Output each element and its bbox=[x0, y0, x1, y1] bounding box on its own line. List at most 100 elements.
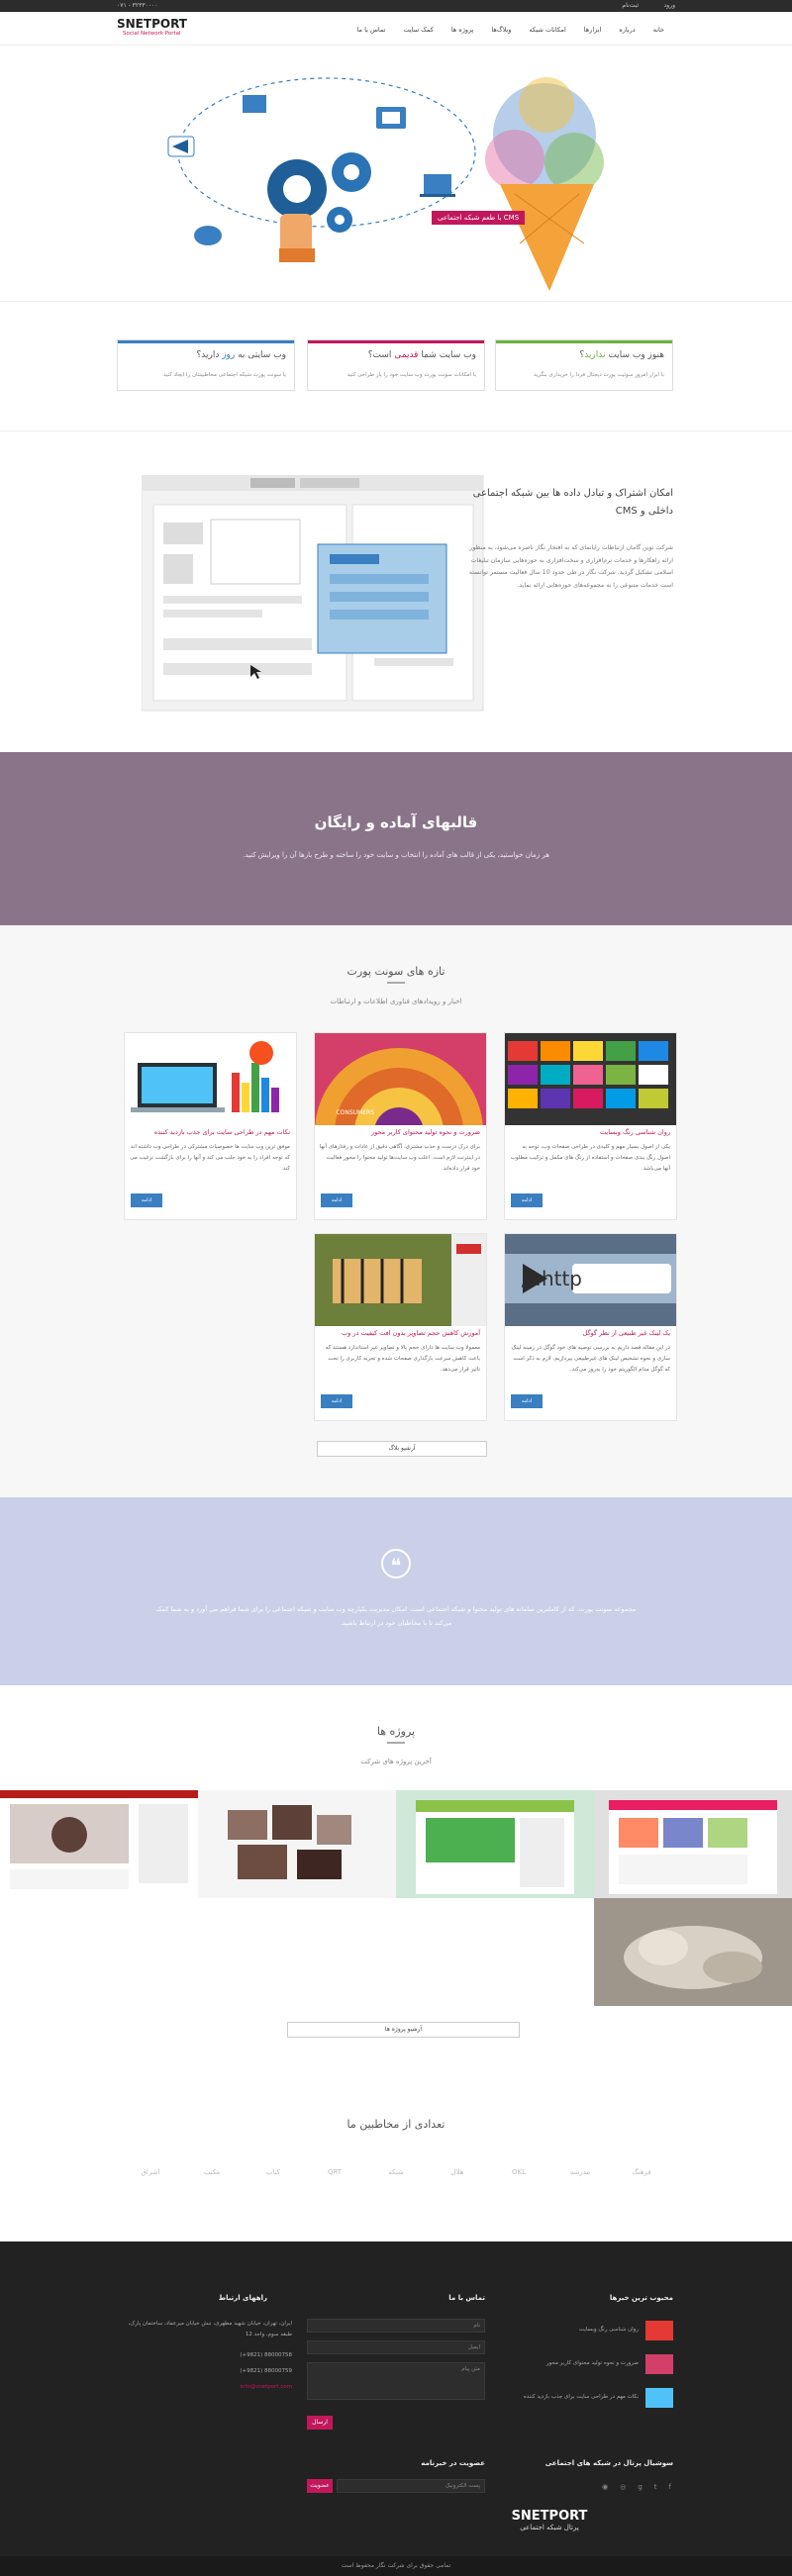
gear-medium-icon bbox=[332, 152, 371, 192]
divider bbox=[0, 301, 792, 302]
feature-desc: با ابزار امروز سوئیت پورت دیجتال فردا را… bbox=[534, 372, 664, 378]
contact-email-input[interactable]: ایمیل bbox=[307, 2340, 485, 2354]
quote-section: ❝ مجموعه سونت پورت، که از کاملترین سامان… bbox=[0, 1497, 792, 1685]
fax-text: (+9821) 88000759 bbox=[240, 2368, 292, 2374]
phone-text: (+9821) 88000758 bbox=[240, 2352, 292, 2358]
client-logo: مدرسه bbox=[569, 2168, 591, 2176]
email-link[interactable]: info@snetport.com bbox=[241, 2382, 292, 2393]
contact-title: تماس با ما bbox=[448, 2294, 485, 2302]
send-button[interactable]: ارسال bbox=[307, 2416, 333, 2430]
twitter-icon[interactable]: t bbox=[654, 2483, 657, 2491]
news-card[interactable]: نکات مهم در طراحی سایت برای جذب بازدید ک… bbox=[124, 1032, 297, 1220]
site-header: SNETPORT Social Network Portal خانه دربا… bbox=[0, 12, 792, 46]
client-logo: کتاب bbox=[265, 2168, 281, 2176]
read-more-button[interactable]: ادامه bbox=[321, 1193, 352, 1207]
archive-label: آرشیو بلاگ bbox=[388, 1445, 416, 1452]
read-more-button[interactable]: ادامه bbox=[321, 1394, 352, 1408]
project-thumb[interactable] bbox=[594, 1898, 792, 2006]
project-thumb[interactable] bbox=[396, 1790, 594, 1898]
popular-item[interactable]: ضرورت و نحوه تولید محتوای کاربر محور bbox=[546, 2358, 639, 2369]
hero-section: CMS با طعم شبکه اجتماعی bbox=[0, 46, 792, 301]
read-more-button[interactable]: ادامه bbox=[511, 1394, 543, 1408]
clients-title: تعدادی از مخاطبین ما bbox=[346, 2118, 446, 2131]
project-thumb[interactable] bbox=[198, 1790, 396, 1898]
banner-text: هر زمان خواستید، یکی از قالب های آماده ر… bbox=[243, 851, 549, 859]
archive-label: آرشیو پروژه ها bbox=[384, 2026, 423, 2033]
client-logo: شبکه bbox=[388, 2168, 404, 2176]
read-more-button[interactable]: ادامه bbox=[511, 1193, 543, 1207]
news-card[interactable]: روان شناسی رنگ وبسایت یکی از اصول بسیار … bbox=[504, 1032, 677, 1220]
newsletter-input[interactable]: پست الکترونیک bbox=[337, 2479, 485, 2493]
news-card-image: http:// bbox=[505, 1234, 676, 1326]
project-thumb[interactable] bbox=[0, 1790, 198, 1898]
nav-item-help[interactable]: کمک سایت bbox=[394, 26, 442, 34]
nav-item-blogs[interactable]: وبلاگ‌ها bbox=[482, 26, 520, 34]
news-subtitle: اخبار و رویدادهای فناوری اطلاعات و ارتبا… bbox=[330, 998, 462, 1005]
news-card[interactable]: CONSUMERS ضرورت و نحوه تولید محتوای کارب… bbox=[314, 1032, 487, 1220]
news-card-desc: موفق ترین وب سایت ها خصوصیات مشترکی در ط… bbox=[130, 1144, 290, 1172]
news-card-image bbox=[125, 1033, 296, 1125]
client-logo: OKL bbox=[512, 2168, 526, 2176]
news-card[interactable]: http:// یک لینک غیر طبیعی از نظر گوگل در… bbox=[504, 1233, 677, 1421]
nav-item-projects[interactable]: پروژه ها bbox=[443, 26, 483, 34]
read-more-button[interactable]: ادامه bbox=[131, 1193, 162, 1207]
register-link[interactable]: ثبت‌نام bbox=[622, 2, 639, 9]
quote-icon: ❝ bbox=[381, 1549, 411, 1578]
feature-box-modern-website[interactable]: وب سایتی به روز دارید؟ با سونت پورت شبکه… bbox=[117, 339, 295, 391]
news-card-title[interactable]: ضرورت و نحوه تولید محتوای کاربر محور bbox=[319, 1128, 480, 1136]
contact-name-input[interactable]: نام bbox=[307, 2319, 485, 2333]
nav-item-contact[interactable]: تماس با ما bbox=[348, 26, 395, 34]
nav-item-home[interactable]: خانه bbox=[644, 26, 673, 34]
project-thumb[interactable] bbox=[594, 1790, 792, 1898]
main-nav: خانه درباره ابزارها امکانات شبکه وبلاگ‌ه… bbox=[348, 26, 673, 34]
news-card-image: CONSUMERS bbox=[315, 1033, 486, 1125]
popular-item[interactable]: روان شناسی رنگ وبسایت bbox=[579, 2325, 639, 2336]
client-logo: فرهنگ bbox=[632, 2168, 651, 2176]
footer-logo[interactable]: SNETPORT پرتال شبکه اجتماعی bbox=[495, 2509, 604, 2548]
feature-box-no-website[interactable]: هنوز وب سایت ندارید؟ با ابزار امروز سوئی… bbox=[495, 339, 673, 391]
design-tools-icon bbox=[243, 95, 266, 113]
login-link[interactable]: ورود bbox=[664, 2, 675, 9]
nav-item-features[interactable]: امکانات شبکه bbox=[520, 26, 574, 34]
news-card[interactable]: آموزش کاهش حجم تصاویر بدون افت کیفیت در … bbox=[314, 1233, 487, 1421]
projects-title: پروژه ها bbox=[376, 1725, 416, 1738]
footer-logo-text: SNETPORT bbox=[511, 2509, 588, 2524]
logo-text: SNETPORT bbox=[117, 17, 187, 31]
nav-item-tools[interactable]: ابزارها bbox=[575, 26, 611, 34]
gear-small-icon bbox=[327, 207, 352, 233]
social-icons: f t g ◎ ◉ bbox=[602, 2483, 671, 2491]
laptop-icon bbox=[424, 174, 451, 194]
title-underline bbox=[387, 1742, 405, 1744]
gear-large-icon bbox=[267, 159, 327, 219]
client-logo: هلال bbox=[450, 2168, 464, 2176]
contact-message-input[interactable]: متن پیام bbox=[307, 2362, 485, 2400]
news-card-desc: معمولا وب سایت ها دارای حجم بالا و تصاوی… bbox=[325, 1345, 480, 1373]
feature-box-old-website[interactable]: وب سایت شما قدیمی است؟ با امکانات سونت پ… bbox=[307, 339, 485, 391]
feature-title: هنوز وب سایت ندارید؟ bbox=[579, 350, 664, 360]
client-logo: اشراق bbox=[141, 2168, 160, 2176]
phone-number: ۰۷۱ - ۳۲۳۳۰۰۰۰ bbox=[117, 2, 158, 9]
news-card-title[interactable]: یک لینک غیر طبیعی از نظر گوگل bbox=[509, 1329, 670, 1337]
feature-desc: با امکانات سونت پورت وب سایت خود را باز … bbox=[346, 372, 476, 378]
nav-item-about[interactable]: درباره bbox=[610, 26, 644, 34]
popular-title: محبوب ترین خبرها bbox=[609, 2294, 673, 2302]
newsletter-button[interactable]: عضویت bbox=[307, 2479, 333, 2493]
facebook-icon[interactable]: f bbox=[669, 2483, 671, 2491]
news-card-desc: یکی از اصول بسیار مهم و کلیدی در طراحی ص… bbox=[510, 1144, 670, 1172]
site-logo[interactable]: SNETPORT Social Network Portal bbox=[117, 17, 196, 41]
news-card-title[interactable]: نکات مهم در طراحی سایت برای جذب بازدید ک… bbox=[129, 1128, 290, 1136]
news-card-title[interactable]: روان شناسی رنگ وبسایت bbox=[509, 1128, 670, 1136]
rss-icon[interactable]: ◉ bbox=[602, 2483, 608, 2491]
top-bar: ۰۷۱ - ۳۲۳۳۰۰۰۰ ورود ثبت‌نام bbox=[0, 0, 792, 12]
ice-cream-icon bbox=[485, 77, 604, 291]
instagram-icon[interactable]: ◎ bbox=[620, 2483, 626, 2491]
news-card-title[interactable]: آموزش کاهش حجم تصاویر بدون افت کیفیت در … bbox=[319, 1329, 480, 1337]
googleplus-icon[interactable]: g bbox=[638, 2483, 642, 2491]
news-card-desc: برای درک درست و جذب مشتری، آگاهی دقیق از… bbox=[319, 1144, 480, 1172]
hero-illustration bbox=[167, 77, 604, 291]
projects-archive-button[interactable]: آرشیو پروژه ها bbox=[287, 2022, 520, 2038]
templates-banner: قالبهای آماده و رایگان هر زمان خواستید، … bbox=[0, 752, 792, 925]
popular-item[interactable]: نکات مهم در طراحی سایت برای جذب بازدید ک… bbox=[510, 2392, 639, 2403]
blog-archive-button[interactable]: آرشیو بلاگ bbox=[317, 1441, 487, 1457]
logo-subtitle: Social Network Portal bbox=[123, 31, 181, 37]
